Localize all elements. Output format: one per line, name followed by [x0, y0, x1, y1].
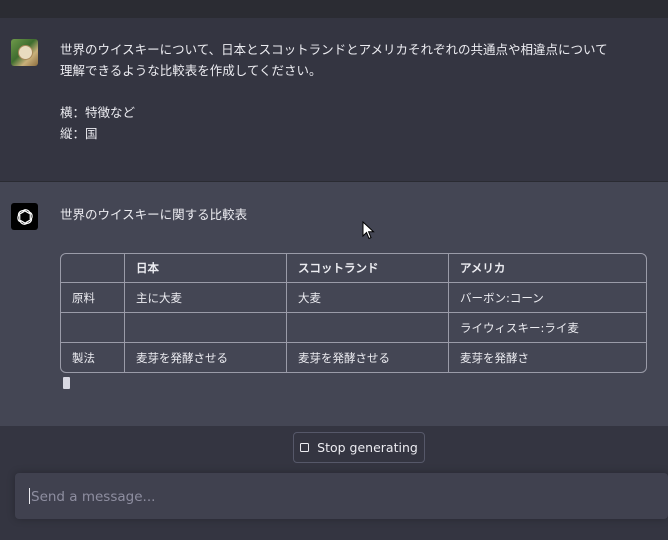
table-row: ライウィスキー:ライ麦 — [61, 313, 646, 343]
assistant-message: 世界のウイスキーに関する比較表 日本 スコットランド アメリカ 原料 主に大麦 … — [0, 182, 668, 426]
openai-logo-icon — [11, 203, 38, 230]
user-avatar — [11, 39, 38, 66]
table-cell: バーボン:コーン — [449, 283, 646, 313]
assistant-heading: 世界のウイスキーに関する比較表 — [60, 207, 248, 222]
table-cell: 麦芽を発酵さ — [460, 350, 529, 365]
header-cell-scotland: スコットランド — [287, 254, 449, 283]
stop-square-icon — [300, 443, 310, 452]
table-cell — [125, 313, 287, 343]
top-strip — [0, 0, 668, 18]
header-cell-japan: 日本 — [125, 254, 287, 283]
table-header-row: 日本 スコットランド アメリカ — [61, 254, 646, 283]
table-cell — [287, 313, 449, 343]
table-cell: 大麦 — [287, 283, 449, 313]
streaming-cursor — [63, 377, 70, 389]
row-label: 製法 — [61, 343, 125, 372]
user-message: 世界のウイスキーについて、日本とスコットランドとアメリカそれぞれの共通点や相違点… — [0, 18, 668, 182]
user-message-text: 世界のウイスキーについて、日本とスコットランドとアメリカそれぞれの共通点や相違点… — [60, 42, 608, 141]
table-cell: 麦芽を発酵させる — [287, 343, 449, 372]
table-cell: 主に大麦 — [125, 283, 287, 313]
stop-generating-label: Stop generating — [317, 440, 418, 455]
header-cell-corner — [61, 254, 125, 283]
header-cell-america: アメリカ — [449, 254, 646, 283]
row-label: 原料 — [61, 283, 125, 313]
stop-generating-button[interactable]: Stop generating — [293, 432, 425, 463]
comparison-table: 日本 スコットランド アメリカ 原料 主に大麦 大麦 バーボン:コーン ライウィ… — [60, 253, 647, 373]
table-row: 原料 主に大麦 大麦 バーボン:コーン — [61, 283, 646, 313]
text-caret — [29, 488, 30, 504]
table-cell: 麦芽を発酵させる — [125, 343, 287, 372]
message-input[interactable] — [29, 473, 633, 521]
composer-area: Stop generating — [0, 426, 668, 540]
avatar-face — [18, 45, 33, 60]
mouse-pointer-icon — [362, 221, 375, 240]
message-input-box[interactable] — [15, 473, 668, 521]
table-row: 製法 麦芽を発酵させる 麦芽を発酵させる 麦芽を発酵さ — [61, 343, 646, 372]
table-cell: ライウィスキー:ライ麦 — [449, 313, 646, 343]
row-label — [61, 313, 125, 343]
